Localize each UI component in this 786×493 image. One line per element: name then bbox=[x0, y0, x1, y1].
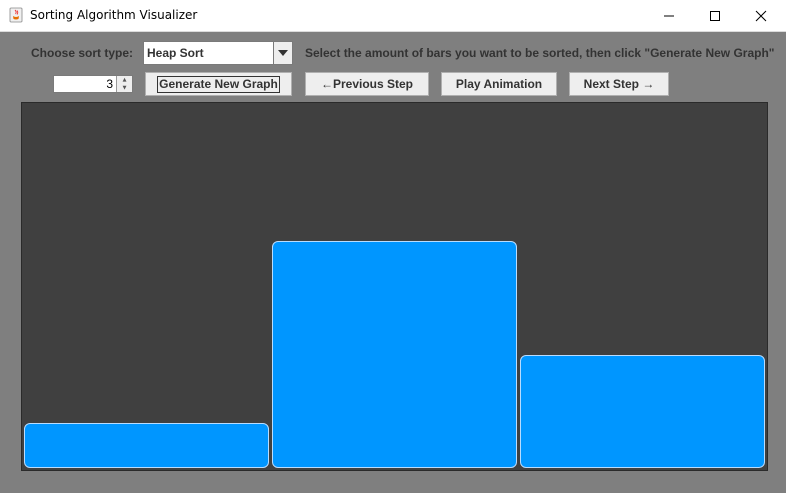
bar-count-value[interactable]: 3 bbox=[106, 77, 113, 91]
java-app-icon bbox=[9, 7, 23, 23]
close-button[interactable] bbox=[738, 0, 784, 31]
minimize-icon bbox=[664, 15, 674, 16]
maximize-icon bbox=[710, 10, 720, 21]
generate-new-graph-button[interactable]: Generate New Graph bbox=[145, 72, 292, 96]
close-icon bbox=[755, 10, 767, 21]
bar-1 bbox=[24, 422, 269, 468]
sort-graph-panel bbox=[21, 102, 768, 471]
play-animation-button[interactable]: Play Animation bbox=[441, 72, 557, 96]
spinner-down-button[interactable]: ▼ bbox=[116, 84, 132, 92]
bar-count-spinner[interactable]: 3 ▲ ▼ bbox=[53, 75, 133, 93]
title-bar: Sorting Algorithm Visualizer bbox=[0, 0, 786, 32]
sort-type-label: Choose sort type: bbox=[31, 46, 134, 60]
bar-2 bbox=[272, 241, 517, 468]
triangle-down-icon bbox=[278, 50, 288, 56]
window-title: Sorting Algorithm Visualizer bbox=[30, 8, 198, 22]
generate-new-graph-label: Generate New Graph bbox=[157, 75, 280, 93]
instructions-text: Select the amount of bars you want to be… bbox=[305, 46, 775, 60]
previous-step-button[interactable]: ←Previous Step bbox=[305, 72, 429, 96]
next-step-button[interactable]: Next Step → bbox=[569, 72, 669, 96]
bars-area bbox=[24, 105, 765, 468]
bar-3 bbox=[520, 354, 765, 468]
dropdown-arrow-button[interactable] bbox=[273, 42, 292, 64]
sort-type-value: Heap Sort bbox=[147, 46, 204, 60]
maximize-button[interactable] bbox=[692, 0, 738, 31]
arrow-up-icon: ▲ bbox=[122, 76, 127, 83]
arrow-down-icon: ▼ bbox=[122, 84, 127, 91]
sort-type-select[interactable]: Heap Sort bbox=[143, 41, 293, 65]
minimize-button[interactable] bbox=[646, 0, 692, 31]
